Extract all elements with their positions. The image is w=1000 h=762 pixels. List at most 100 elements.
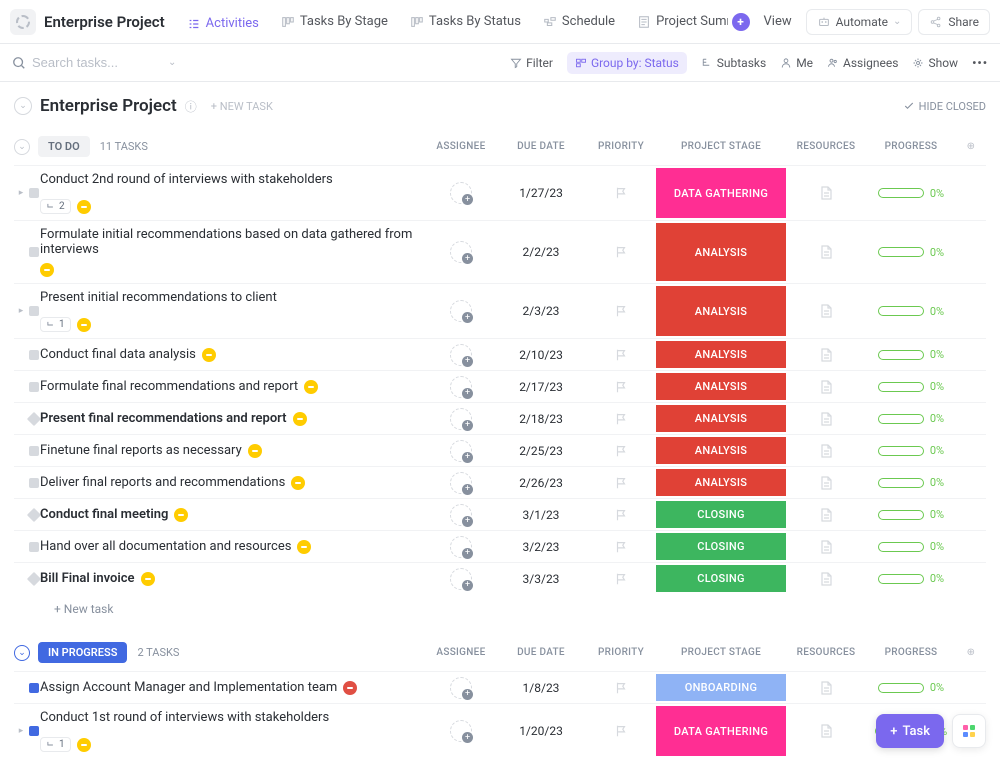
priority-indicator[interactable] [293, 412, 307, 426]
col-stage[interactable]: PROJECT STAGE [656, 647, 786, 658]
expand-task[interactable]: ▸ [14, 726, 28, 736]
progress-cell[interactable]: 0% [866, 444, 956, 457]
resources-cell[interactable] [786, 571, 866, 587]
task-title[interactable]: Conduct 1st round of interviews with sta… [40, 710, 329, 725]
task-title[interactable]: Deliver final reports and recommendation… [40, 475, 285, 490]
task-title[interactable]: Conduct final data analysis [40, 347, 196, 362]
task-title[interactable]: Assign Account Manager and Implementatio… [40, 680, 337, 695]
stage-cell[interactable]: CLOSING [656, 565, 786, 592]
assignee-cell[interactable] [426, 182, 496, 204]
resources-cell[interactable] [786, 723, 866, 739]
task-row[interactable]: ▸ Conduct 2nd round of interviews with s… [14, 165, 986, 220]
chevron-down-icon[interactable]: ⌄ [168, 57, 176, 68]
progress-cell[interactable]: 0% [866, 348, 956, 361]
due-date-cell[interactable]: 1/27/23 [496, 186, 586, 200]
col-due[interactable]: DUE DATE [496, 141, 586, 152]
due-date-cell[interactable]: 2/17/23 [496, 380, 586, 394]
show-button[interactable]: Show [912, 56, 958, 70]
resources-cell[interactable] [786, 185, 866, 201]
col-due[interactable]: DUE DATE [496, 647, 586, 658]
apps-fab[interactable] [952, 714, 986, 748]
stage-cell[interactable]: ANALYSIS [656, 286, 786, 336]
stage-cell[interactable]: ANALYSIS [656, 373, 786, 400]
resources-cell[interactable] [786, 347, 866, 363]
status-dot[interactable] [29, 350, 39, 360]
add-column-button[interactable]: ⊕ [956, 141, 986, 152]
group-toggle[interactable]: ⌄ [14, 645, 30, 661]
col-stage[interactable]: PROJECT STAGE [656, 141, 786, 152]
progress-cell[interactable]: 0% [866, 476, 956, 489]
status-dot[interactable] [29, 446, 39, 456]
search-input[interactable] [32, 55, 162, 70]
tab-activities[interactable]: Activities [177, 10, 269, 35]
task-row[interactable]: Deliver final reports and recommendation… [14, 466, 986, 498]
priority-indicator[interactable] [297, 540, 311, 554]
priority-cell[interactable] [586, 724, 656, 738]
subtask-badge[interactable]: 1 [40, 317, 71, 332]
task-row[interactable]: ▸ Present initial recommendations to cli… [14, 283, 986, 338]
progress-cell[interactable]: 0% [866, 540, 956, 553]
resources-cell[interactable] [786, 244, 866, 260]
priority-indicator[interactable] [40, 263, 54, 277]
stage-cell[interactable]: ANALYSIS [656, 469, 786, 496]
due-date-cell[interactable]: 3/1/23 [496, 508, 586, 522]
task-row[interactable]: Assign Account Manager and Implementatio… [14, 671, 986, 703]
col-assignee[interactable]: ASSIGNEE [426, 141, 496, 152]
tab-schedule[interactable]: Schedule [533, 8, 625, 35]
automate-button[interactable]: Automate ⌄ [806, 9, 913, 35]
stage-cell[interactable]: CLOSING [656, 501, 786, 528]
task-row[interactable]: Bill Final invoice 3/3/23 CLOSING 0% [14, 562, 986, 594]
priority-cell[interactable] [586, 380, 656, 394]
assignee-cell[interactable] [426, 677, 496, 699]
priority-indicator[interactable] [202, 348, 216, 362]
new-task-row[interactable]: + New task [14, 594, 986, 620]
more-button[interactable]: ••• [972, 56, 988, 70]
task-row[interactable]: Conduct final meeting 3/1/23 CLOSING 0% [14, 498, 986, 530]
new-task-row[interactable]: + New task [14, 758, 986, 762]
progress-cell[interactable]: 0% [866, 412, 956, 425]
task-title[interactable]: Formulate final recommendations and repo… [40, 379, 298, 394]
view-button[interactable]: View [754, 8, 802, 35]
progress-cell[interactable]: 0% [866, 508, 956, 521]
due-date-cell[interactable]: 1/20/23 [496, 724, 586, 738]
project-logo[interactable] [10, 9, 36, 35]
task-title[interactable]: Present final recommendations and report [40, 411, 287, 426]
assignee-cell[interactable] [426, 720, 496, 742]
status-dot[interactable] [29, 247, 39, 257]
project-name[interactable]: Enterprise Project [40, 96, 177, 116]
priority-cell[interactable] [586, 186, 656, 200]
status-dot[interactable] [29, 726, 39, 736]
col-progress[interactable]: PROGRESS [866, 647, 956, 658]
due-date-cell[interactable]: 2/25/23 [496, 444, 586, 458]
stage-cell[interactable]: ANALYSIS [656, 223, 786, 281]
priority-indicator[interactable] [291, 476, 305, 490]
assignee-cell[interactable] [426, 300, 496, 322]
add-column-button[interactable]: ⊕ [956, 647, 986, 658]
resources-cell[interactable] [786, 680, 866, 696]
progress-cell[interactable]: 0% [866, 305, 956, 318]
task-row[interactable]: Formulate initial recommendations based … [14, 220, 986, 283]
assignee-cell[interactable] [426, 376, 496, 398]
due-date-cell[interactable]: 3/2/23 [496, 540, 586, 554]
due-date-cell[interactable]: 2/18/23 [496, 412, 586, 426]
progress-cell[interactable]: 0% [866, 572, 956, 585]
priority-cell[interactable] [586, 572, 656, 586]
priority-indicator[interactable] [141, 572, 155, 586]
priority-cell[interactable] [586, 412, 656, 426]
col-resources[interactable]: RESOURCES [786, 647, 866, 658]
priority-cell[interactable] [586, 681, 656, 695]
col-assignee[interactable]: ASSIGNEE [426, 647, 496, 658]
assignee-cell[interactable] [426, 536, 496, 558]
priority-indicator[interactable] [343, 681, 357, 695]
assignees-button[interactable]: Assignees [827, 56, 898, 70]
new-task-fab[interactable]: + Task [876, 714, 944, 748]
priority-cell[interactable] [586, 508, 656, 522]
task-row[interactable]: ▸ Conduct 1st round of interviews with s… [14, 703, 986, 758]
assignee-cell[interactable] [426, 568, 496, 590]
priority-indicator[interactable] [77, 738, 91, 752]
stage-cell[interactable]: DATA GATHERING [656, 168, 786, 218]
task-row[interactable]: Conduct final data analysis 2/10/23 ANAL… [14, 338, 986, 370]
resources-cell[interactable] [786, 303, 866, 319]
new-task-link[interactable]: + NEW TASK [211, 100, 273, 113]
resources-cell[interactable] [786, 507, 866, 523]
